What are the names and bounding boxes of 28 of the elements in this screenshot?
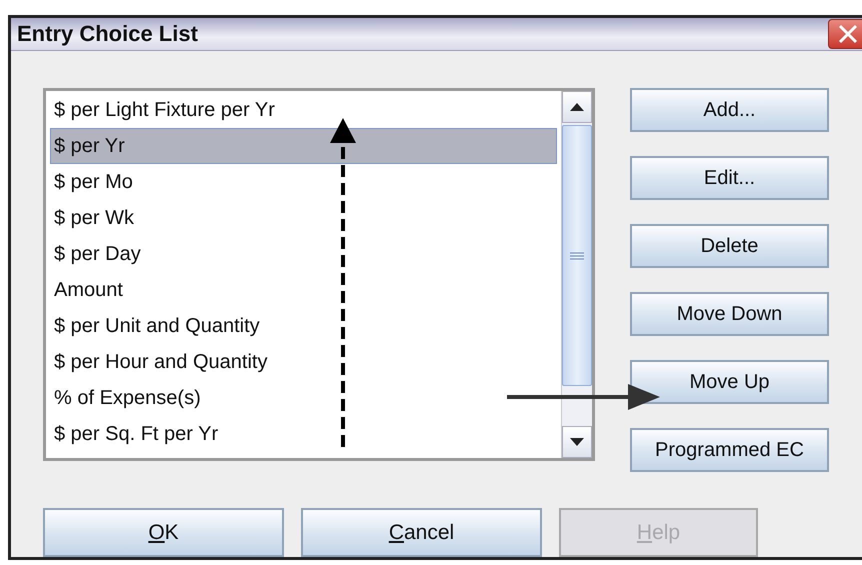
- side-button[interactable]: Add...: [630, 88, 829, 132]
- list-item[interactable]: $ per Hour and Quantity: [50, 344, 557, 380]
- side-button[interactable]: Move Up: [630, 360, 829, 404]
- list-item[interactable]: $ per Yr: [50, 128, 557, 164]
- grip-icon: [570, 252, 584, 260]
- close-button[interactable]: [828, 19, 862, 49]
- list-item[interactable]: $ per Wk: [50, 200, 557, 236]
- scroll-down-button[interactable]: [562, 426, 592, 458]
- list-item[interactable]: $ per Light Fixture per Yr: [50, 92, 557, 128]
- window-title: Entry Choice List: [16, 21, 198, 47]
- list-item[interactable]: $ per Unit and Quantity: [50, 308, 557, 344]
- side-button[interactable]: Edit...: [630, 156, 829, 200]
- dialog-button[interactable]: OK: [43, 508, 284, 557]
- scroll-thumb[interactable]: [562, 125, 592, 386]
- down-triangle-icon: [570, 438, 584, 446]
- up-triangle-icon: [570, 103, 584, 111]
- side-button[interactable]: Programmed EC: [630, 428, 829, 472]
- list-item[interactable]: $ per Sq. Ft per Yr: [50, 416, 557, 452]
- list-item[interactable]: $ per Day: [50, 236, 557, 272]
- close-icon: [837, 23, 859, 45]
- dialog-button[interactable]: Cancel: [301, 508, 542, 557]
- list-item[interactable]: % of Expense(s): [50, 380, 557, 416]
- scroll-up-button[interactable]: [562, 91, 592, 123]
- list-item[interactable]: $ per Mo: [50, 164, 557, 200]
- scrollbar[interactable]: [561, 91, 592, 458]
- side-button[interactable]: Move Down: [630, 292, 829, 336]
- list-item[interactable]: Amount: [50, 272, 557, 308]
- side-button[interactable]: Delete: [630, 224, 829, 268]
